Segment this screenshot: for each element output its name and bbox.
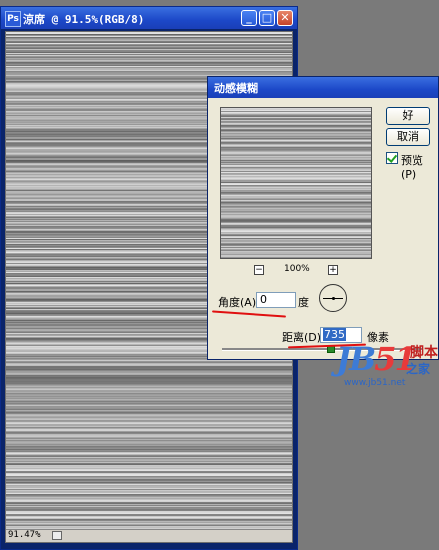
zoom-readout[interactable]: 91.47% [8, 530, 41, 540]
angle-dial-center [332, 297, 335, 300]
cancel-button[interactable]: 取消 [386, 128, 430, 146]
photoshop-icon: Ps [5, 11, 21, 27]
preview-checkbox[interactable] [386, 152, 398, 164]
distance-label: 距离(D): [282, 331, 325, 344]
preview-checkbox-label: 预览(P) [401, 154, 423, 181]
filter-preview[interactable] [220, 107, 372, 259]
watermark-logo: JB51 [336, 340, 417, 378]
close-button[interactable]: ✕ [277, 10, 293, 26]
dialog-title: 动感模糊 [214, 82, 258, 95]
preview-zoom-value: 100% [284, 264, 310, 274]
watermark-url: www.jb51.net [344, 378, 406, 388]
angle-unit: 度 [298, 296, 309, 309]
watermark-text-top: 脚本 [410, 345, 438, 361]
minimize-button[interactable]: _ [241, 10, 257, 26]
document-title: 涼席 @ 91.5%(RGB/8) [23, 13, 145, 26]
site-watermark: JB51 脚本 之家 www.jb51.net [336, 340, 439, 388]
restore-button[interactable]: □ [259, 10, 275, 26]
dialog-titlebar[interactable]: 动感模糊 [208, 77, 438, 98]
ok-button[interactable]: 好 [386, 107, 430, 125]
document-titlebar[interactable]: Ps 涼席 @ 91.5%(RGB/8) _ □ ✕ [1, 7, 297, 29]
zoom-out-button[interactable]: − [254, 265, 264, 275]
status-info-icon[interactable] [52, 531, 62, 540]
status-bar: 91.47% [6, 529, 292, 542]
motion-blur-dialog: 动感模糊 − 100% + 角度(A): 0 度 距离(D): 735 像素 好… [207, 76, 439, 360]
preview-zoom-controls: − 100% + [254, 264, 344, 277]
zoom-in-button[interactable]: + [328, 265, 338, 275]
angle-label: 角度(A): [218, 296, 260, 309]
preview-image [221, 108, 371, 258]
angle-input[interactable]: 0 [256, 292, 296, 308]
angle-dial[interactable] [319, 284, 347, 312]
watermark-text-bottom: 之家 [406, 362, 431, 376]
